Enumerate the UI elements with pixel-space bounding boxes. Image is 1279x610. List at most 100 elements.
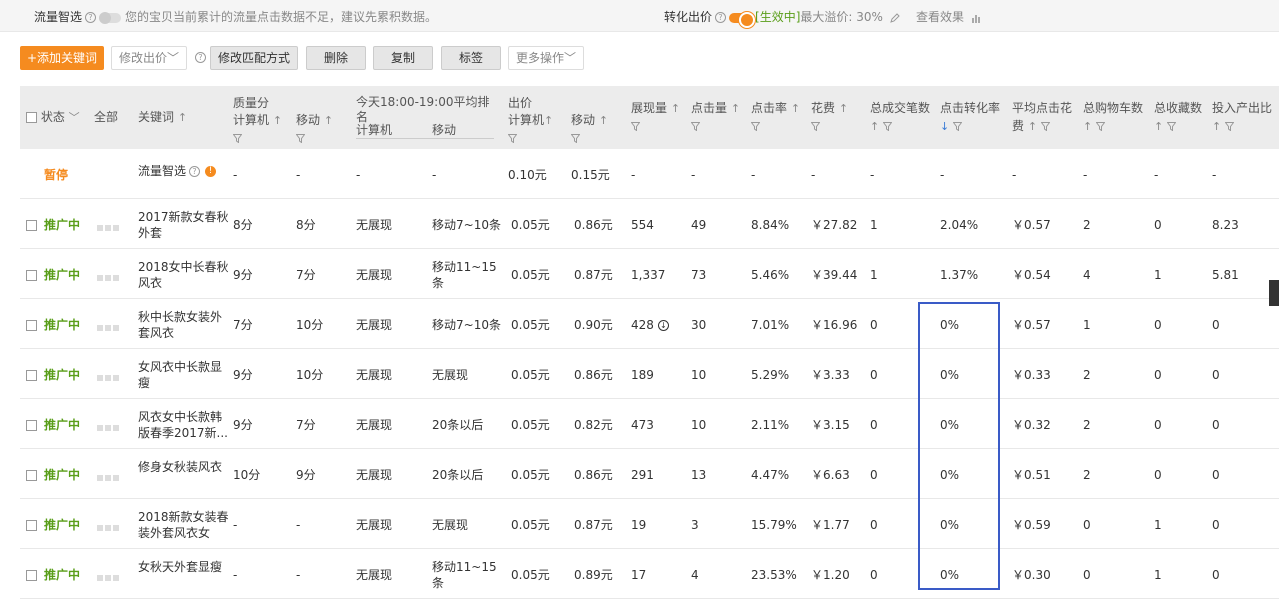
- filter-icon[interactable]: [233, 130, 242, 146]
- filter-icon[interactable]: [1167, 122, 1177, 131]
- status-text[interactable]: 推广中: [44, 467, 80, 483]
- help-icon[interactable]: ?: [189, 166, 201, 177]
- filter-icon[interactable]: [751, 118, 760, 134]
- bid-mobile[interactable]: 0.89元: [574, 567, 613, 583]
- filter-icon[interactable]: [883, 122, 893, 131]
- bid-mobile[interactable]: 0.82元: [574, 417, 613, 433]
- filter-icon[interactable]: [508, 130, 517, 146]
- status-header[interactable]: 状态 ﹀: [26, 109, 80, 126]
- bid-pc[interactable]: 0.10元: [508, 167, 547, 183]
- select-all-checkbox[interactable]: [26, 112, 37, 123]
- ctr-header[interactable]: 点击率 ↑: [751, 100, 800, 117]
- bid-pc[interactable]: 0.05元: [511, 417, 550, 433]
- row-checkbox[interactable]: [26, 320, 37, 331]
- filter-icon[interactable]: [1225, 122, 1235, 131]
- filter-icon[interactable]: [296, 130, 305, 146]
- smart-traffic-toggle[interactable]: [99, 11, 122, 24]
- keyword-text[interactable]: 2018女中长春秋风衣: [138, 259, 230, 291]
- filter-icon[interactable]: [571, 130, 580, 146]
- row-checkbox[interactable]: [26, 420, 37, 431]
- scrollbar-thumb[interactable]: [1269, 280, 1279, 306]
- filter-icon[interactable]: [691, 118, 700, 134]
- keyword-text[interactable]: 风衣女中长款韩版春季2017新...: [138, 409, 230, 441]
- clicks-header[interactable]: 点击量 ↑: [691, 100, 740, 117]
- bid-pc[interactable]: 0.05元: [511, 267, 550, 283]
- help-icon[interactable]: ?: [85, 12, 97, 23]
- all-filter[interactable]: 全部: [94, 109, 118, 125]
- row-checkbox[interactable]: [26, 520, 37, 531]
- row-checkbox[interactable]: [26, 470, 37, 481]
- bid-mobile[interactable]: 0.90元: [574, 317, 613, 333]
- bid-mobile[interactable]: 0.15元: [571, 167, 610, 183]
- status-text[interactable]: 暂停: [44, 167, 68, 183]
- rank-pc: 无展现: [356, 418, 393, 432]
- download-icon[interactable]: ↓: [657, 320, 669, 331]
- status-text[interactable]: 推广中: [44, 417, 80, 433]
- bid-pc[interactable]: 0.05元: [511, 317, 550, 333]
- quality-pc-header[interactable]: 计算机 ↑: [233, 112, 282, 129]
- roi-sort[interactable]: ↑: [1212, 118, 1235, 135]
- table-row: 推广中 女风衣中长款显瘦 9分 10分 无展现 无展现 0.05元 0.86元 …: [20, 349, 1279, 399]
- table-row: 推广中 秋中长款女装外套风衣 7分 10分 无展现 移动7~10条 0.05元 …: [20, 299, 1279, 349]
- impressions: -: [631, 168, 636, 182]
- bid-pc[interactable]: 0.05元: [511, 367, 550, 383]
- filter-icon[interactable]: [631, 118, 640, 134]
- row-checkbox[interactable]: [26, 570, 37, 581]
- cpc-sort[interactable]: 费 ↑: [1012, 118, 1050, 135]
- cost-header[interactable]: 花费 ↑: [811, 100, 848, 117]
- status-text[interactable]: 推广中: [44, 317, 80, 333]
- help-icon[interactable]: ?: [195, 52, 206, 63]
- keyword-header[interactable]: 关键词 ↑: [138, 109, 187, 126]
- delete-button[interactable]: 删除: [306, 46, 366, 70]
- tag-button[interactable]: 标签: [441, 46, 501, 70]
- bid-pc[interactable]: 0.05元: [511, 467, 550, 483]
- keyword-text[interactable]: 2017新款女春秋外套: [138, 209, 230, 241]
- row-checkbox[interactable]: [26, 370, 37, 381]
- filter-icon[interactable]: [1040, 122, 1050, 131]
- cart-sort[interactable]: ↑: [1083, 118, 1106, 135]
- view-effect-link[interactable]: 查看效果: [916, 8, 981, 25]
- quality-mobile-header[interactable]: 移动 ↑: [296, 112, 333, 129]
- copy-button[interactable]: 复制: [373, 46, 433, 70]
- modify-match-button[interactable]: 修改匹配方式: [210, 46, 298, 70]
- filter-icon[interactable]: [1096, 122, 1106, 131]
- help-icon[interactable]: ?: [715, 12, 727, 23]
- bid-mobile[interactable]: 0.86元: [574, 467, 613, 483]
- bid-mobile[interactable]: 0.87元: [574, 517, 613, 533]
- keyword-text[interactable]: 2018新款女装春装外套风衣女: [138, 509, 230, 541]
- keyword-text[interactable]: 修身女秋装风衣: [138, 459, 230, 475]
- status-text[interactable]: 推广中: [44, 217, 80, 233]
- status-indicator: [97, 320, 121, 334]
- info-icon[interactable]: !: [205, 166, 217, 177]
- bid-pc[interactable]: 0.05元: [511, 567, 550, 583]
- bid-pc[interactable]: 0.05元: [511, 517, 550, 533]
- bid-mobile[interactable]: 0.86元: [574, 217, 613, 233]
- rank-pc: 无展现: [356, 518, 393, 532]
- rank-pc: 无展现: [356, 468, 393, 482]
- bid-pc[interactable]: 0.05元: [511, 217, 550, 233]
- conversion-bid-toggle[interactable]: [729, 11, 756, 28]
- status-text[interactable]: 推广中: [44, 367, 80, 383]
- orders-sort[interactable]: ↑: [870, 118, 893, 135]
- bid-mobile[interactable]: 0.86元: [574, 367, 613, 383]
- filter-icon[interactable]: [811, 118, 820, 134]
- bid-pc-header[interactable]: 计算机↑: [508, 112, 553, 129]
- bid-mobile[interactable]: 0.87元: [574, 267, 613, 283]
- status-text[interactable]: 推广中: [44, 267, 80, 283]
- status-text[interactable]: 推广中: [44, 517, 80, 533]
- status-text[interactable]: 推广中: [44, 567, 80, 583]
- edit-pencil-icon[interactable]: [889, 12, 900, 23]
- modify-bid-dropdown[interactable]: 修改出价﹀: [111, 46, 187, 70]
- impressions-header[interactable]: 展现量 ↑: [631, 100, 680, 117]
- filter-icon[interactable]: [953, 122, 963, 131]
- row-checkbox[interactable]: [26, 220, 37, 231]
- keyword-text[interactable]: 秋中长款女装外套风衣: [138, 309, 230, 341]
- cvr-sort[interactable]: ↓: [940, 118, 963, 135]
- keyword-text[interactable]: 女风衣中长款显瘦: [138, 359, 230, 391]
- add-keyword-button[interactable]: +添加关键词: [20, 46, 104, 70]
- row-checkbox[interactable]: [26, 270, 37, 281]
- bid-mobile-header[interactable]: 移动 ↑: [571, 112, 608, 129]
- more-actions-dropdown[interactable]: 更多操作﹀: [508, 46, 584, 70]
- keyword-text[interactable]: 女秋天外套显瘦: [138, 559, 230, 575]
- fav-sort[interactable]: ↑: [1154, 118, 1177, 135]
